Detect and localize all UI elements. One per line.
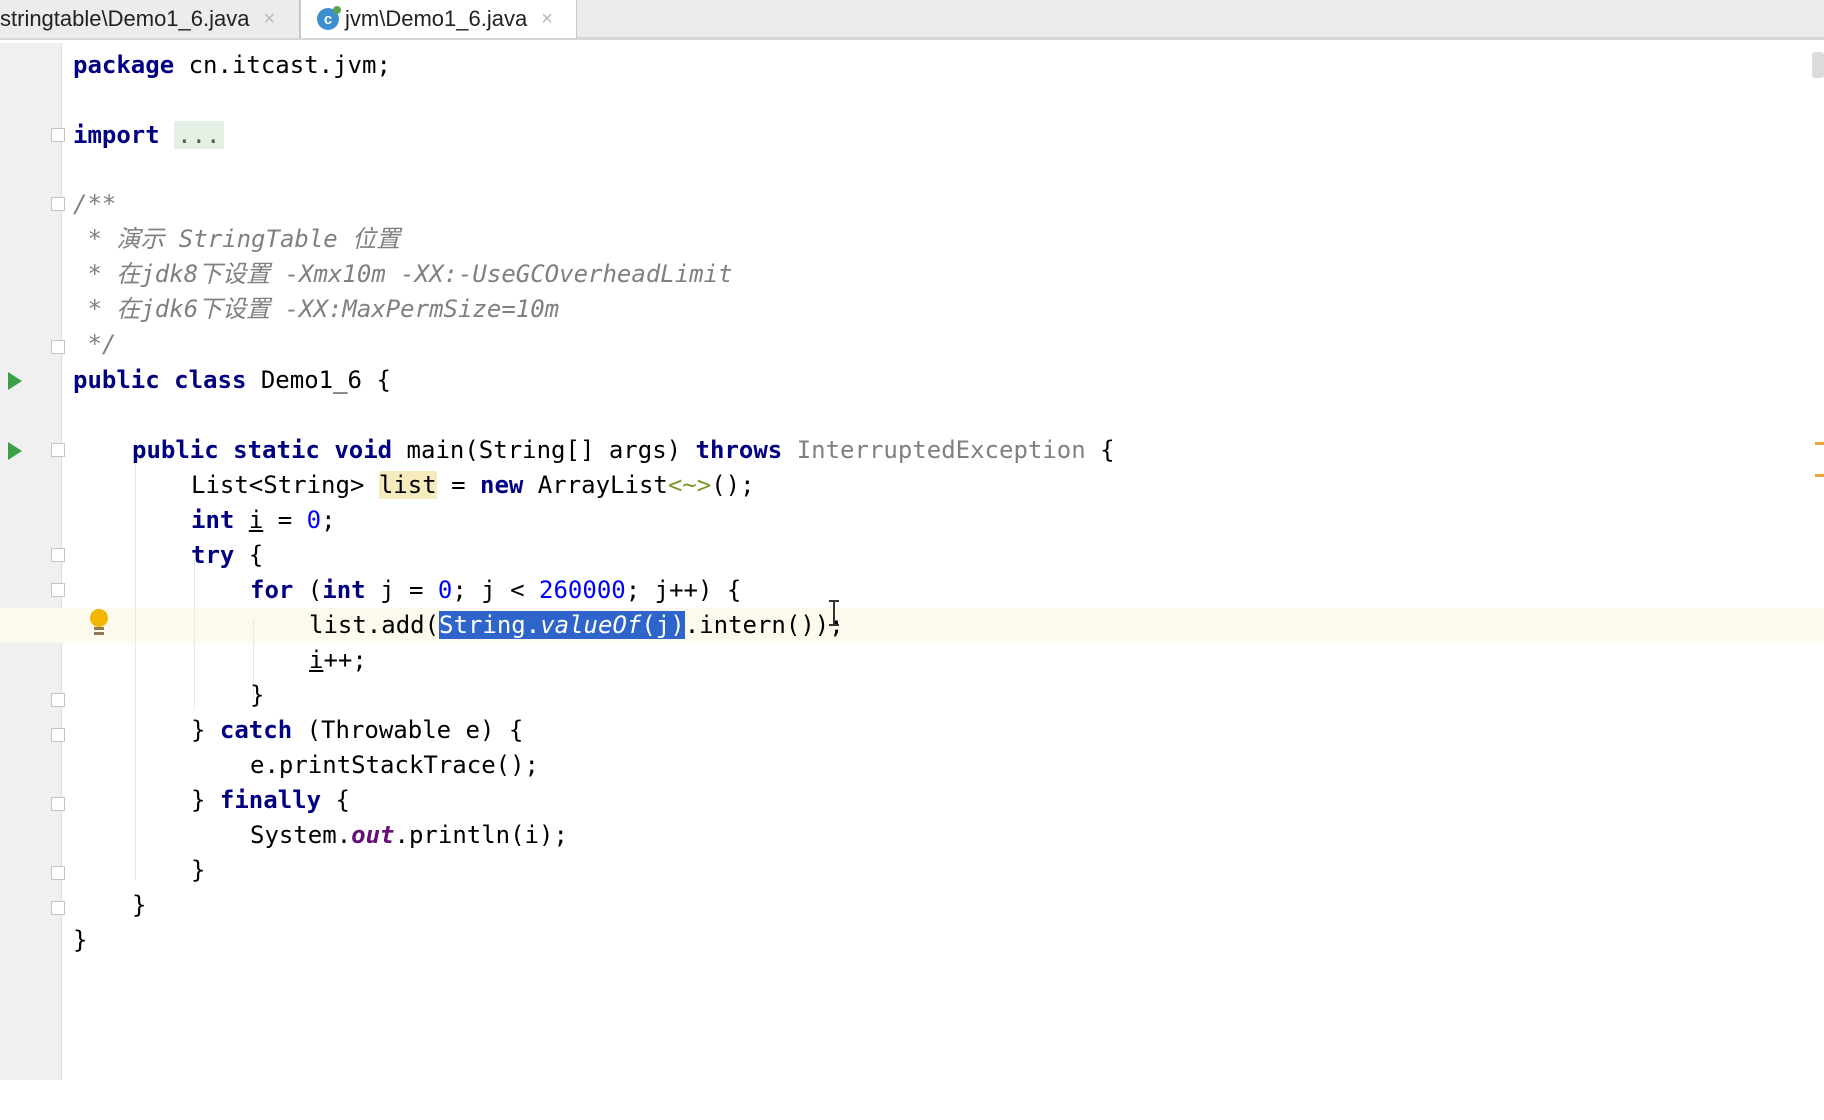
indent-guide [135,440,136,880]
fold-main-icon[interactable] [51,443,65,457]
fold-try-icon[interactable] [51,548,65,562]
intention-bulb-icon[interactable] [88,608,110,640]
fold-finally-icon[interactable] [51,797,65,811]
code-line-12: public static void main(String[] args) t… [132,436,1115,464]
code-line-13: List<String> list = new ArrayList<~>(); [191,471,755,499]
fold-import-icon[interactable] [51,128,65,142]
class-icon: c [317,6,341,30]
code-line-24: } [191,856,206,884]
code-line-25: } [132,891,147,919]
code-line-3: import ... [73,118,224,153]
code-line-23: System.out.println(i); [250,821,568,849]
code-line-18: i++; [309,646,367,674]
fold-catch-icon[interactable] [51,728,65,742]
fold-main-end-icon[interactable] [51,901,65,915]
indent-guide [194,560,195,710]
code-line-14: int i = 0; [191,506,336,534]
code-line-7: * 在jdk8下设置 -Xmx10m -XX:-UseGCOverheadLim… [73,260,733,288]
code-line-9: */ [73,330,117,358]
text-cursor-icon [829,600,839,626]
code-line-19: } [250,681,265,709]
scrollbar-thumb[interactable] [1812,52,1824,78]
tab-label: stringtable\Demo1_6.java [0,6,250,31]
code-line-8: * 在jdk6下设置 -XX:MaxPermSize=10m [73,295,560,323]
warning-stripe-marker[interactable] [1815,442,1824,445]
code-line-16: for (int j = 0; j < 260000; j++) { [250,576,742,604]
code-editor[interactable]: package cn.itcast.jvm; import ... /** * … [0,0,1115,1120]
fold-comment-icon[interactable] [51,197,65,211]
code-line-5: /** [73,190,117,218]
close-icon[interactable]: × [263,8,275,31]
fold-finally-end-icon[interactable] [51,866,65,880]
code-line-6: * 演示 StringTable 位置 [73,225,401,253]
close-icon[interactable]: × [541,8,553,31]
code-line-21: e.printStackTrace(); [250,751,539,779]
code-line-26: } [73,926,88,954]
selected-text[interactable]: String.valueOf(j) [439,611,685,639]
editor-tab-bar: stringtable\Demo1_6.java × c jvm\Demo1_6… [0,0,1824,40]
current-line-highlight [0,608,1824,643]
code-line-15: try { [191,541,264,569]
fold-comment-end-icon[interactable] [51,340,65,354]
tab-jvm-demo1-6[interactable]: c jvm\Demo1_6.java × [300,0,577,38]
tab-stringtable-demo1-6[interactable]: stringtable\Demo1_6.java × [0,0,300,38]
tab-label: jvm\Demo1_6.java [345,6,528,31]
code-line-10: public class Demo1_6 { [73,366,391,394]
code-line-1: package cn.itcast.jvm; [73,51,391,79]
fold-for-end-icon[interactable] [51,693,65,707]
code-line-20: } catch (Throwable e) { [191,716,524,744]
fold-for-icon[interactable] [51,583,65,597]
code-line-17: list.add(String.valueOf(j).intern()); [309,611,844,639]
code-line-22: } finally { [191,786,350,814]
folded-imports[interactable]: ... [174,121,224,149]
warning-stripe-marker[interactable] [1815,474,1824,477]
